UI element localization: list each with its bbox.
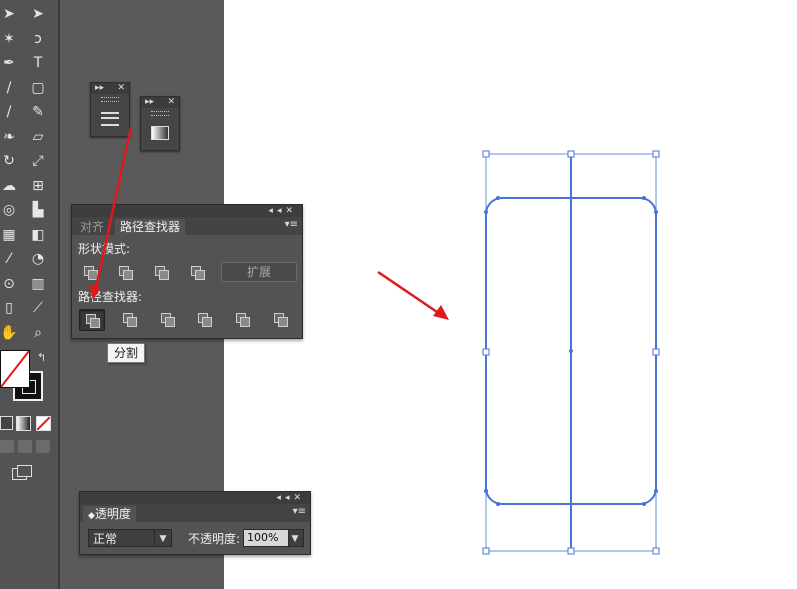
fill-swatch[interactable] — [0, 350, 30, 388]
artboard-overlay — [89, 126, 660, 555]
red-arrow-to-shape — [377, 270, 449, 320]
red-arrow-to-divide — [89, 126, 133, 300]
